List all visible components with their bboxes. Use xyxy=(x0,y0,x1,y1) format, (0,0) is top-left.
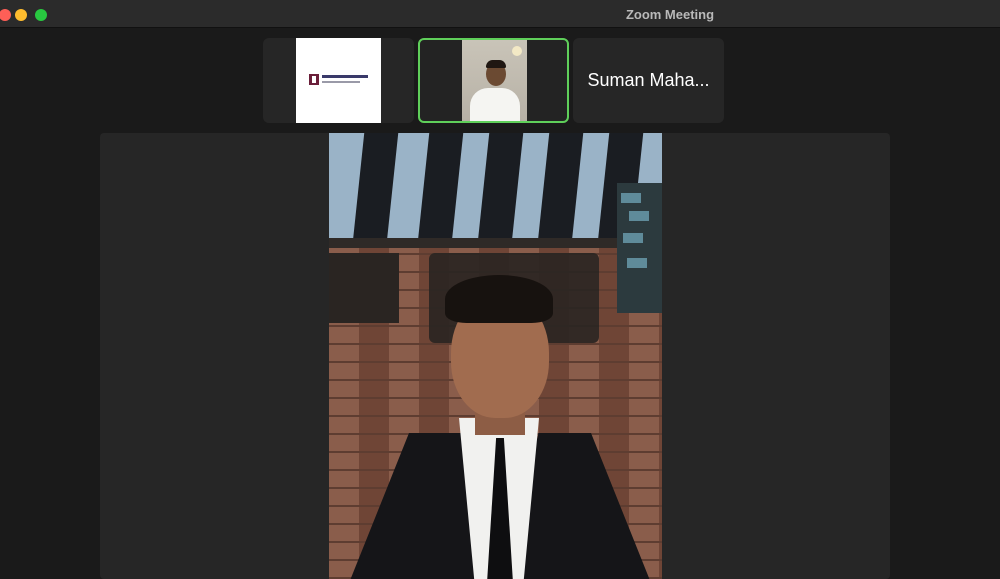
wood-carving-left xyxy=(329,253,399,323)
logo-text-line xyxy=(322,75,368,78)
logo-mark xyxy=(309,74,319,85)
book xyxy=(621,193,641,203)
book xyxy=(629,211,649,221)
bookshelf xyxy=(617,183,662,313)
person-body xyxy=(470,88,520,121)
speaker-hair xyxy=(445,275,553,323)
wall-band xyxy=(329,238,662,248)
main-speaker-video xyxy=(329,133,662,579)
title-bar: Zoom Meeting xyxy=(0,0,1000,28)
participant-name: Suman Maha... xyxy=(587,70,710,90)
person-hair xyxy=(486,60,506,68)
participant-tile-active-speaker[interactable] xyxy=(418,38,569,123)
zoom-window: Zoom Meeting Suman Maha... xyxy=(0,0,1000,579)
book xyxy=(627,258,647,268)
logo-subtext-line xyxy=(322,81,360,83)
participant-tile-logo[interactable] xyxy=(263,38,414,123)
book xyxy=(623,233,643,243)
window-title: Zoom Meeting xyxy=(625,7,715,22)
participant-video-thumbnail xyxy=(462,40,527,121)
logo-video xyxy=(296,38,381,123)
lamp xyxy=(512,46,522,56)
participant-tile-name[interactable]: Suman Maha... xyxy=(573,38,724,123)
